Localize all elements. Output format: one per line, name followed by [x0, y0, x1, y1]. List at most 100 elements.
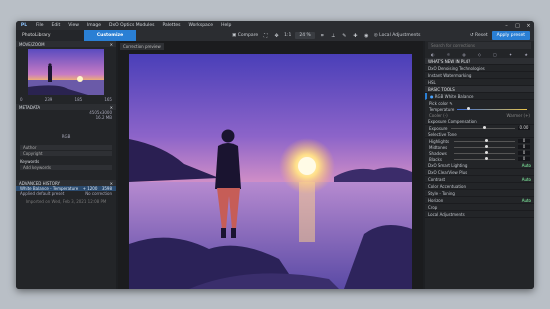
- selective-tone-header[interactable]: Selective Tone: [425, 131, 534, 138]
- tone-value[interactable]: 0: [518, 151, 530, 155]
- toolbar: PhotoLibrary Customize ▣ Compare ⛶ ✥ 1:1…: [16, 30, 534, 41]
- auto-badge[interactable]: Auto: [522, 163, 531, 168]
- tone-track[interactable]: [454, 145, 515, 148]
- midtones-label: Midtones: [429, 144, 448, 150]
- tone-track[interactable]: [454, 151, 515, 154]
- apply-preset-button[interactable]: Apply preset: [491, 31, 530, 40]
- palette-all-icon[interactable]: ◐: [431, 52, 435, 57]
- exposure-track[interactable]: [450, 126, 515, 129]
- eyedropper-icon[interactable]: ✎: [448, 101, 452, 106]
- menu-file[interactable]: File: [32, 23, 48, 28]
- search-corrections-input[interactable]: Search for corrections: [428, 42, 531, 49]
- histogram-values: 0 239 185 165: [16, 97, 116, 102]
- imported-date: Imported on Wed, Feb 3, 2021 12:08 PM: [25, 199, 107, 204]
- local-adjustments-label: Local Adjustments: [379, 33, 421, 38]
- palette-item[interactable]: Crop: [425, 204, 534, 211]
- repair-icon[interactable]: ✚: [352, 33, 359, 39]
- new-item[interactable]: HSL: [425, 79, 534, 86]
- exposure-compensation-header[interactable]: Exposure Compensation: [425, 118, 534, 125]
- tone-value[interactable]: 0: [518, 157, 530, 161]
- crop-icon[interactable]: ⌗: [319, 33, 326, 39]
- palette-effects-icon[interactable]: ✦: [509, 52, 512, 57]
- palette-detail-icon[interactable]: ◇: [478, 52, 481, 57]
- tone-value[interactable]: 0: [518, 145, 530, 149]
- tone-knob[interactable]: [484, 145, 488, 148]
- zoom-1to1[interactable]: 1:1: [284, 33, 291, 38]
- move-zoom-header[interactable]: MOVE/ZOOM ✕: [16, 41, 116, 47]
- redeye-icon[interactable]: ◉: [363, 33, 370, 39]
- main-photo[interactable]: [129, 54, 412, 289]
- tone-track[interactable]: [454, 139, 515, 142]
- palette-item-label: Contrast: [428, 176, 446, 182]
- menu-view[interactable]: View: [64, 23, 83, 28]
- basic-tools-header[interactable]: BASIC TOOLS: [425, 86, 534, 93]
- navigator-thumbnail[interactable]: [28, 49, 104, 95]
- menu-optics[interactable]: DxO Optics Modules: [105, 23, 158, 28]
- tab-photolibrary[interactable]: PhotoLibrary: [16, 30, 84, 41]
- close-icon[interactable]: ✕: [110, 181, 113, 186]
- menu-workspace[interactable]: Workspace: [184, 23, 217, 28]
- reset-button[interactable]: ↺ Reset: [466, 33, 492, 38]
- auto-badge[interactable]: Auto: [522, 198, 531, 203]
- tone-track[interactable]: [454, 157, 515, 160]
- close-icon[interactable]: ×: [523, 23, 534, 29]
- palette-item[interactable]: Contrast Auto: [425, 176, 534, 183]
- close-icon[interactable]: ✕: [110, 42, 113, 47]
- maximize-icon[interactable]: □: [512, 23, 523, 29]
- menu-edit[interactable]: Edit: [48, 23, 65, 28]
- palette-color-icon[interactable]: ◍: [462, 52, 466, 57]
- keywords-input[interactable]: Add keywords: [20, 165, 112, 170]
- compare-button[interactable]: ▣ Compare: [232, 33, 258, 38]
- left-panel: MOVE/ZOOM ✕ 0 239 185 165 METADATA ✕ 4505x…: [16, 41, 116, 289]
- palette-geometry-icon[interactable]: ▢: [493, 52, 497, 57]
- palette-item[interactable]: Style - Toning: [425, 190, 534, 197]
- image-viewer[interactable]: Correction preview: [118, 41, 423, 289]
- tab-customize[interactable]: Customize: [84, 30, 136, 41]
- menu-image[interactable]: Image: [83, 23, 105, 28]
- palette-favorites-icon[interactable]: ★: [524, 52, 528, 57]
- compare-label: Compare: [237, 33, 259, 38]
- fit-icon[interactable]: ⛶: [262, 33, 269, 39]
- horizon-icon[interactable]: ⟂: [330, 33, 337, 39]
- close-icon[interactable]: ✕: [110, 105, 113, 110]
- local-adjustments-button[interactable]: ◎ Local Adjustments: [374, 33, 421, 38]
- tone-knob[interactable]: [484, 151, 488, 154]
- exposure-knob[interactable]: [482, 126, 486, 129]
- auto-badge[interactable]: Auto: [522, 177, 531, 182]
- keywords-header[interactable]: Keywords: [16, 159, 116, 164]
- eyedropper-icon[interactable]: ✎: [341, 33, 348, 39]
- temperature-track[interactable]: [457, 107, 527, 110]
- whats-new-header[interactable]: WHAT'S NEW IN PL4?: [425, 58, 534, 65]
- palette-item[interactable]: Color Accentuation: [425, 183, 534, 190]
- new-item[interactable]: DxO Denoising Technologies: [425, 65, 534, 72]
- palette-item[interactable]: DxO ClearView Plus: [425, 169, 534, 176]
- menu-bar: PL File Edit View Image DxO Optics Modul…: [16, 21, 534, 30]
- temperature-knob[interactable]: [467, 107, 471, 110]
- author-field[interactable]: Author: [20, 145, 112, 150]
- copyright-field[interactable]: Copyright: [20, 151, 112, 156]
- palette-item-label: DxO ClearView Plus: [428, 169, 468, 175]
- zoom-select[interactable]: 24 %: [295, 32, 315, 39]
- palette-item[interactable]: Local Adjustments: [425, 211, 534, 218]
- palette-item-label: Color Accentuation: [428, 183, 466, 189]
- palette-item[interactable]: Horizon Auto: [425, 197, 534, 204]
- history-item[interactable]: Applied default preset No correction: [16, 191, 116, 196]
- white-balance-header[interactable]: ● RGB White Balance: [425, 93, 534, 100]
- correction-preview-button[interactable]: Correction preview: [120, 43, 164, 50]
- menu-palettes[interactable]: Palettes: [159, 23, 185, 28]
- palette-light-icon[interactable]: ☼: [447, 52, 451, 57]
- menu-help[interactable]: Help: [217, 23, 235, 28]
- palette-item[interactable]: DxO Smart Lighting Auto: [425, 162, 534, 169]
- blacks-label: Blacks: [429, 156, 442, 162]
- histo-a: 0: [20, 97, 23, 102]
- minimize-icon[interactable]: –: [501, 23, 512, 29]
- move-icon[interactable]: ✥: [273, 33, 280, 39]
- right-panel: Search for corrections ◐ ☼ ◍ ◇ ▢ ✦ ★ WHA…: [425, 41, 534, 289]
- warmer-label: Warmer (+): [506, 112, 530, 118]
- new-item[interactable]: Instant Watermarking: [425, 72, 534, 79]
- tone-knob[interactable]: [484, 157, 488, 160]
- palette-tabs: ◐ ☼ ◍ ◇ ▢ ✦ ★: [425, 50, 534, 58]
- tone-value[interactable]: 0: [518, 139, 530, 143]
- exposure-value[interactable]: 0.00: [518, 126, 530, 130]
- tone-knob[interactable]: [484, 139, 488, 142]
